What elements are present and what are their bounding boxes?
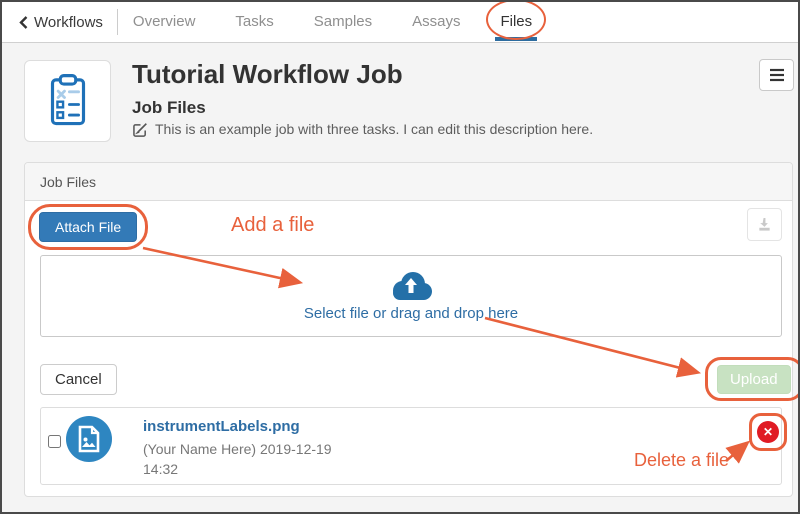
chevron-left-icon [19, 16, 28, 29]
clipboard-checklist-icon [37, 70, 99, 132]
download-files-button[interactable] [747, 208, 782, 241]
attach-file-button[interactable]: Attach File [39, 212, 137, 242]
tab-overview[interactable]: Overview [131, 3, 198, 41]
cancel-button[interactable]: Cancel [40, 364, 117, 395]
job-description-text: This is an example job with three tasks.… [155, 121, 593, 137]
app-window: Workflows Overview Tasks Samples Assays … [0, 0, 800, 514]
tab-files[interactable]: Files [498, 3, 534, 41]
nav-divider [117, 9, 118, 35]
file-select-checkbox[interactable] [48, 435, 61, 448]
file-meta-author-date: (Your Name Here) 2019-12-19 [143, 439, 353, 459]
file-meta-time: 14:32 [143, 459, 353, 479]
job-type-icon-box [24, 60, 111, 142]
top-nav: Workflows Overview Tasks Samples Assays … [2, 2, 798, 43]
page-title: Tutorial Workflow Job [132, 59, 403, 90]
cloud-upload-icon [390, 270, 432, 300]
file-dropzone[interactable]: Select file or drag and drop here [40, 255, 782, 337]
image-file-icon [76, 425, 102, 453]
hamburger-menu-icon [769, 68, 785, 82]
tab-tasks[interactable]: Tasks [233, 3, 275, 41]
attached-file-row: instrumentLabels.png (Your Name Here) 20… [40, 407, 782, 485]
context-menu-button[interactable] [759, 59, 794, 91]
delete-file-icon[interactable]: ✕ [757, 421, 779, 443]
page-subtitle: Job Files [132, 98, 206, 118]
file-type-badge [66, 416, 112, 462]
download-icon [757, 217, 772, 232]
file-meta: (Your Name Here) 2019-12-19 14:32 [143, 439, 353, 479]
job-description: This is an example job with three tasks.… [133, 121, 593, 137]
tab-files-label: Files [500, 13, 532, 30]
upload-button[interactable]: Upload [717, 365, 791, 394]
dropzone-label: Select file or drag and drop here [304, 305, 518, 322]
active-tab-underline [495, 37, 537, 41]
back-to-workflows-link[interactable]: Workflows [19, 14, 103, 31]
tab-samples[interactable]: Samples [312, 3, 374, 41]
pencil-square-icon[interactable] [133, 122, 148, 137]
file-name-link[interactable]: instrumentLabels.png [143, 418, 300, 435]
tab-assays[interactable]: Assays [410, 3, 462, 41]
back-label: Workflows [34, 14, 103, 31]
panel-heading: Job Files [25, 163, 792, 201]
